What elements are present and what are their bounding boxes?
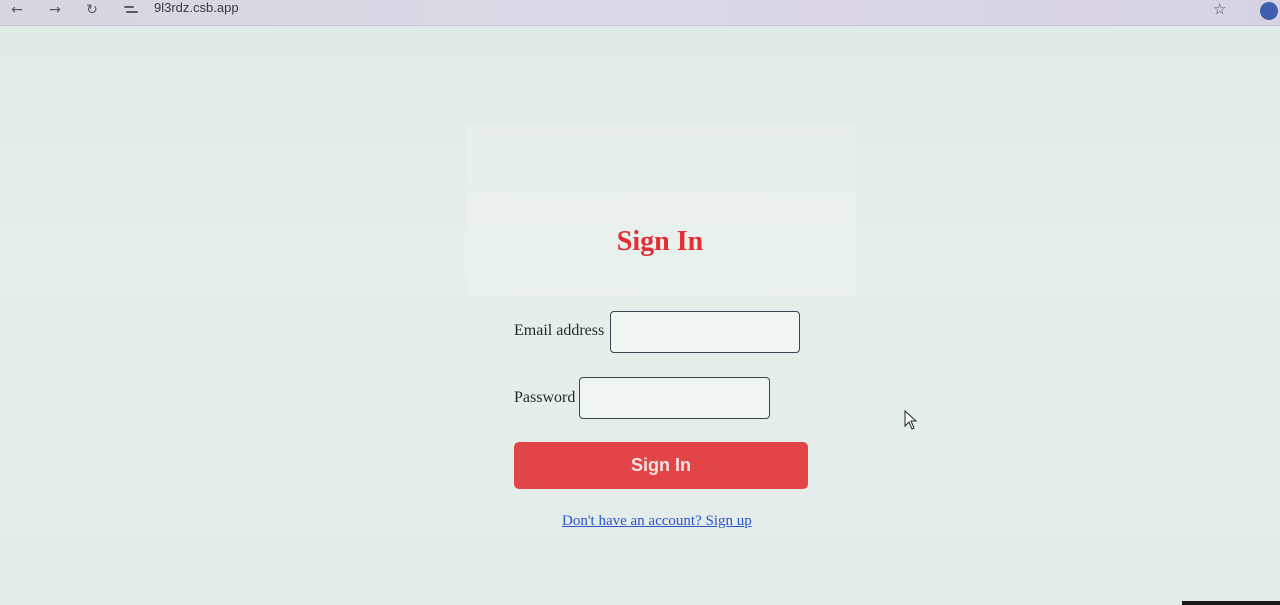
form-card bbox=[466, 126, 856, 296]
email-label: Email address bbox=[514, 322, 605, 339]
page-title: Sign In bbox=[616, 226, 704, 257]
back-arrow-icon[interactable]: ← bbox=[5, 0, 29, 20]
address-bar[interactable]: 9l3rdz.csb.app bbox=[154, 0, 239, 18]
forward-arrow-icon[interactable]: → bbox=[43, 0, 67, 20]
sign-up-link[interactable]: Don't have an account? Sign up bbox=[562, 511, 752, 531]
email-input[interactable] bbox=[610, 311, 800, 353]
site-info-icon[interactable] bbox=[124, 2, 140, 16]
reload-icon[interactable]: ↻ bbox=[80, 0, 104, 20]
browser-toolbar: ← → ↻ 9l3rdz.csb.app ☆ bbox=[0, 0, 1280, 26]
bookmark-star-icon[interactable]: ☆ bbox=[1213, 2, 1226, 17]
mouse-cursor-icon bbox=[904, 410, 918, 430]
taskbar-edge bbox=[1182, 601, 1280, 605]
password-input[interactable] bbox=[579, 377, 770, 419]
site-info-line-icon bbox=[126, 10, 138, 13]
sign-in-button[interactable]: Sign In bbox=[514, 442, 808, 489]
password-label: Password bbox=[514, 389, 576, 406]
page-content: Sign In Email address Password Sign In D… bbox=[0, 26, 1280, 605]
site-info-line-icon bbox=[124, 5, 134, 8]
profile-avatar[interactable] bbox=[1260, 2, 1278, 20]
